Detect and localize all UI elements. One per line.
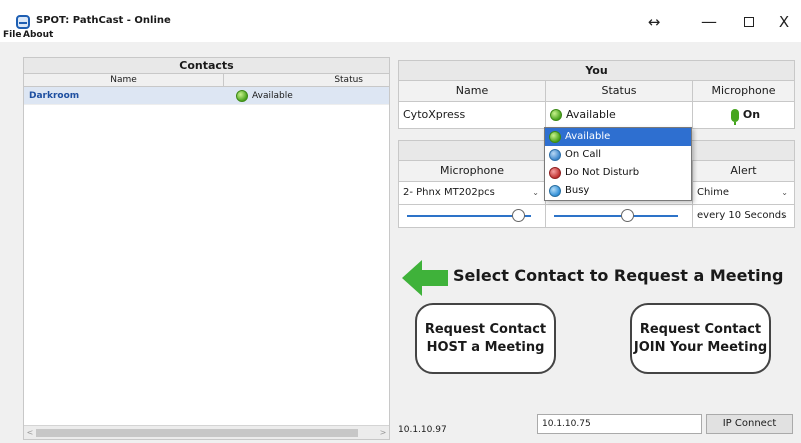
slider-knob[interactable] [512,209,525,222]
request-join-meeting-button[interactable]: Request Contact JOIN Your Meeting [630,303,771,374]
chevron-down-icon: ⌄ [781,211,788,220]
status-select-value: Available [566,108,616,121]
contacts-panel: Contacts Name Status Darkroom Available … [23,57,390,440]
microphone-toggle[interactable]: On [693,102,794,128]
window-title: SPOT: PathCast - Online [36,15,171,26]
alert-sound-select[interactable]: Chime ⌄ [693,182,794,204]
settings-column-microphone: Microphone [399,161,546,181]
title-bar: SPOT: PathCast - Online ↔ — X [0,0,801,42]
remote-ip-input[interactable]: 10.1.10.75 [537,414,702,434]
join-button-line-1: Request Contact [639,321,762,337]
phone-icon [549,149,561,161]
contact-name: Darkroom [29,91,80,101]
slider-track [554,215,678,217]
status-option-busy[interactable]: Busy [545,182,691,200]
you-column-name: Name [399,81,546,101]
status-option-available[interactable]: Available [545,128,691,146]
microphone-device-select[interactable]: 2- Phnx MT202pcs ⌄ [399,182,546,204]
contacts-header: Contacts [24,58,389,74]
speaker-volume-slider[interactable] [546,205,693,227]
column-header-status[interactable]: Status [224,74,389,86]
local-ip-address: 10.1.10.97 [398,425,447,435]
available-status-icon [236,89,248,102]
contacts-column-headers: Name Status [24,74,389,87]
status-option-label: Available [565,131,611,142]
busy-icon [549,185,561,197]
alert-interval-select[interactable]: every 10 Seconds ⌄ [693,205,794,227]
status-select[interactable]: Available [546,102,693,128]
alert-sound-value: Chime [697,187,729,198]
scroll-left-icon[interactable]: < [24,426,36,440]
you-column-headers: Name Status Microphone [399,81,794,102]
chevron-down-icon: ⌄ [781,188,788,197]
ip-connect-button[interactable]: IP Connect [706,414,793,434]
contact-status-label: Available [252,90,293,101]
column-header-name[interactable]: Name [24,74,224,86]
microphone-volume-slider[interactable] [399,205,546,227]
scroll-thumb[interactable] [36,429,358,437]
you-name: CytoXpress [399,102,546,128]
horizontal-scrollbar[interactable]: < > [24,425,389,439]
menu-file[interactable]: File [3,30,21,40]
green-dot-icon [549,131,561,143]
settings-slider-row: every 10 Seconds ⌄ [399,205,794,227]
menu-about[interactable]: About [23,30,53,40]
slider-knob[interactable] [621,209,634,222]
join-button-line-2: JOIN Your Meeting [633,339,768,355]
microphone-state: On [742,108,761,121]
status-option-on-call[interactable]: On Call [545,146,691,164]
minimize-button[interactable]: — [695,10,723,34]
status-option-label: Do Not Disturb [565,167,640,178]
request-host-meeting-button[interactable]: Request Contact HOST a Meeting [415,303,556,374]
chevron-down-icon: ⌄ [532,188,539,197]
status-dropdown: Available On Call Do Not Disturb Busy [544,127,692,201]
alert-interval-value: every 10 Seconds [697,210,787,221]
left-arrow-icon [402,260,448,296]
settings-column-alert: Alert [693,161,794,181]
contact-status: Available [224,87,389,104]
you-header: You [399,61,794,81]
maximize-icon [744,17,754,27]
maximize-button[interactable] [735,10,763,34]
meeting-instruction: Select Contact to Request a Meeting [453,266,784,285]
contact-row[interactable]: Darkroom Available [24,87,389,105]
microphone-icon [730,108,739,125]
no-entry-icon [549,167,561,179]
available-status-icon [550,109,562,121]
app-icon [16,15,30,29]
status-option-label: On Call [565,149,602,160]
scroll-right-icon[interactable]: > [377,426,389,440]
status-option-do-not-disturb[interactable]: Do Not Disturb [545,164,691,182]
you-column-status: Status [546,81,693,101]
resize-button[interactable]: ↔ [640,10,668,34]
host-button-line-2: HOST a Meeting [426,339,545,355]
you-column-microphone: Microphone [693,81,794,101]
you-values-row: CytoXpress Available On [399,102,794,128]
you-panel: You Name Status Microphone CytoXpress Av… [398,60,795,129]
close-button[interactable]: X [770,10,798,34]
host-button-line-1: Request Contact [424,321,547,337]
microphone-device-value: 2- Phnx MT202pcs [403,187,495,198]
status-option-label: Busy [565,185,590,196]
